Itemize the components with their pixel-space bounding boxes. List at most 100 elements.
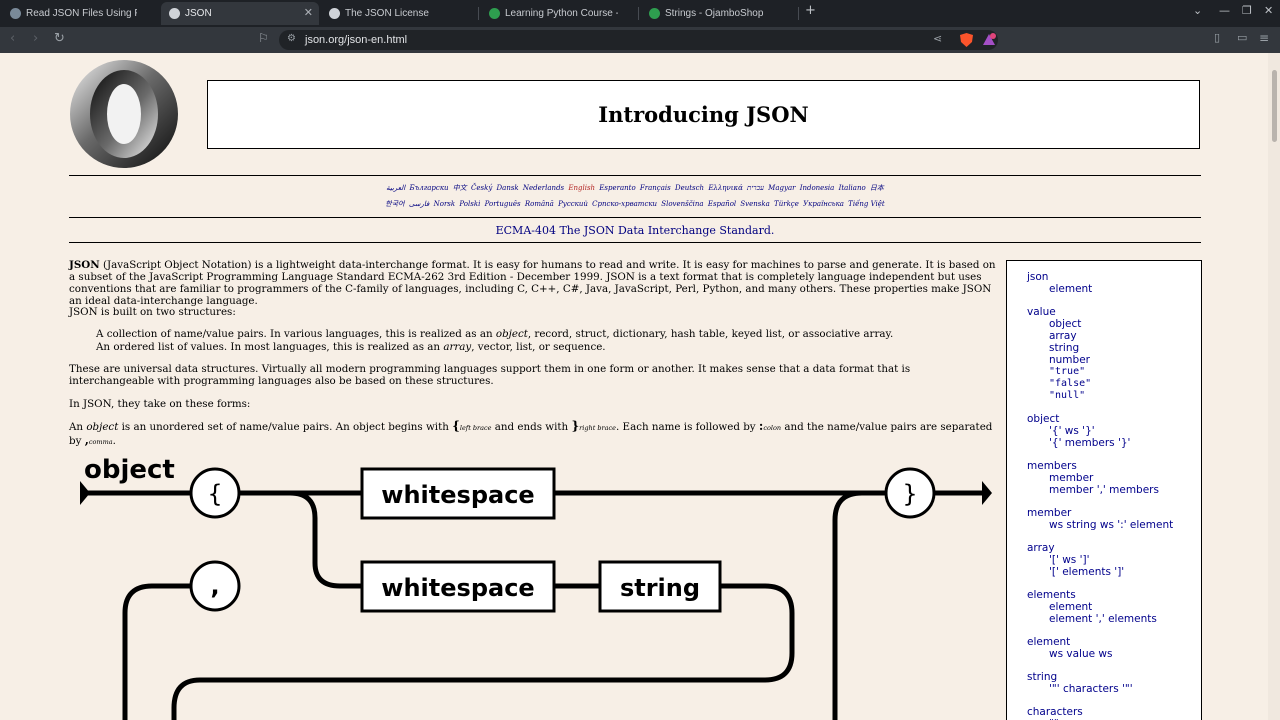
intro-paragraph: JSON (JavaScript Object Notation) is a l… bbox=[69, 259, 997, 307]
structure-2-text-end: , vector, list, or sequence. bbox=[471, 341, 606, 353]
grammar-production: '[' elements ']' bbox=[1049, 566, 1125, 578]
json-favicon-icon bbox=[169, 8, 180, 19]
tab-json-license[interactable]: The JSON License bbox=[321, 2, 476, 25]
language-link[interactable]: 한국어 bbox=[385, 200, 404, 208]
language-link[interactable]: Indonesia bbox=[800, 184, 835, 192]
language-link[interactable]: Polski bbox=[459, 200, 480, 208]
language-link[interactable]: Český bbox=[471, 184, 492, 192]
built-on-paragraph: JSON is built on two structures: bbox=[69, 306, 236, 318]
grammar-production: '"' characters '"' bbox=[1049, 683, 1133, 695]
tab-separator bbox=[638, 7, 639, 20]
object-definition: An object is an unordered set of name/va… bbox=[69, 420, 997, 448]
brave-shield-icon[interactable] bbox=[960, 33, 973, 47]
grammar-production: '[' ws ']' bbox=[1049, 554, 1090, 566]
string-box-label: string bbox=[620, 574, 700, 602]
rbrace-text: } bbox=[902, 480, 917, 508]
object-def-text: . bbox=[112, 435, 116, 447]
sidebar-toggle-icon[interactable]: ▯ bbox=[1214, 31, 1220, 44]
site-settings-icon[interactable]: ⚙ bbox=[287, 33, 296, 44]
language-link[interactable]: Українська bbox=[803, 200, 844, 208]
tab-json[interactable]: JSON ✕ bbox=[161, 2, 319, 25]
tab-read-json[interactable]: Read JSON Files Using Python - bbox=[2, 2, 155, 25]
language-link[interactable]: Română bbox=[525, 200, 554, 208]
grammar-rule: array bbox=[1027, 542, 1055, 554]
language-link[interactable]: فارسی bbox=[409, 200, 430, 208]
json-logo bbox=[70, 60, 178, 168]
tab-learning-python[interactable]: Learning Python Course - Ojam bbox=[481, 2, 636, 25]
object-def-text: . Each name is followed by bbox=[616, 421, 759, 433]
rbrace-node: } bbox=[884, 467, 936, 519]
ojambo-favicon-icon bbox=[489, 8, 500, 19]
lbrace-symbol: { bbox=[452, 419, 460, 433]
brave-rewards-icon[interactable] bbox=[982, 33, 996, 47]
scrollbar[interactable] bbox=[1268, 53, 1280, 720]
comma-node: , bbox=[189, 560, 241, 612]
close-tab-icon[interactable]: ✕ bbox=[304, 2, 313, 25]
whitespace-box-1: whitespace bbox=[360, 467, 556, 520]
language-link[interactable]: Nederlands bbox=[523, 184, 564, 192]
string-box: string bbox=[598, 560, 722, 613]
language-link[interactable]: 日本 bbox=[870, 184, 884, 192]
share-icon[interactable]: ⋖ bbox=[933, 32, 942, 45]
language-link[interactable]: עברית bbox=[747, 184, 764, 192]
object-def-text: An bbox=[69, 421, 87, 433]
wallet-icon[interactable]: ▭ bbox=[1237, 31, 1247, 44]
language-link[interactable]: Slovenščina bbox=[661, 200, 703, 208]
grammar-production: member bbox=[1049, 472, 1094, 484]
restore-icon[interactable]: ❐ bbox=[1242, 4, 1252, 17]
structure-2-text: An ordered list of values. In most langu… bbox=[96, 341, 444, 353]
close-window-icon[interactable]: ✕ bbox=[1264, 4, 1273, 17]
tab-strings[interactable]: Strings - OjamboShop bbox=[641, 2, 796, 25]
colon-label: colon bbox=[763, 424, 782, 432]
language-link[interactable]: English bbox=[568, 184, 595, 192]
language-link[interactable]: Esperanto bbox=[599, 184, 635, 192]
grammar-rule: member bbox=[1027, 507, 1072, 519]
language-link[interactable]: العربية bbox=[386, 184, 405, 192]
language-link[interactable]: Türkçe bbox=[774, 200, 799, 208]
language-link[interactable]: Dansk bbox=[497, 184, 519, 192]
back-icon[interactable]: ‹ bbox=[10, 31, 15, 46]
divider bbox=[69, 217, 1201, 218]
grammar-production: element bbox=[1049, 601, 1093, 613]
rbrace-symbol: } bbox=[571, 419, 580, 433]
language-link[interactable]: 中文 bbox=[453, 184, 467, 192]
scrollbar-thumb[interactable] bbox=[1272, 70, 1277, 142]
language-link[interactable]: Español bbox=[708, 200, 736, 208]
lbrace-text: { bbox=[207, 480, 222, 508]
bookmark-icon[interactable]: ⚐ bbox=[258, 31, 269, 45]
forms-paragraph: In JSON, they take on these forms: bbox=[69, 398, 251, 410]
grammar-rule: element bbox=[1027, 636, 1071, 648]
json-favicon-icon bbox=[329, 8, 340, 19]
language-link[interactable]: Ελληνικά bbox=[708, 184, 743, 192]
menu-icon[interactable]: ≡ bbox=[1259, 31, 1269, 45]
language-link[interactable]: Русский bbox=[558, 200, 588, 208]
address-text[interactable]: json.org/json-en.html bbox=[305, 30, 407, 50]
grammar-production: object bbox=[1049, 318, 1082, 330]
grammar-rule: value bbox=[1027, 306, 1056, 318]
tab-title: Read JSON Files Using Python - bbox=[26, 8, 137, 19]
minimize-icon[interactable]: — bbox=[1219, 4, 1230, 17]
forward-icon[interactable]: › bbox=[33, 31, 38, 46]
grammar-rule: object bbox=[1027, 413, 1060, 425]
grammar-production: element ',' elements bbox=[1049, 613, 1157, 625]
language-link[interactable]: Português bbox=[485, 200, 521, 208]
language-link[interactable]: Tiếng Việt bbox=[848, 200, 885, 208]
language-link[interactable]: Italiano bbox=[839, 184, 866, 192]
language-link[interactable]: Français bbox=[640, 184, 671, 192]
language-link[interactable]: Български bbox=[409, 184, 448, 192]
language-link[interactable]: Magyar bbox=[768, 184, 795, 192]
universal-paragraph: These are universal data structures. Vir… bbox=[69, 363, 911, 387]
language-link[interactable]: Српско-хрватски bbox=[592, 200, 657, 208]
language-link[interactable]: Svenska bbox=[740, 200, 769, 208]
rbrace-label: right brace bbox=[579, 424, 617, 432]
ecma-404-link[interactable]: ECMA-404 The JSON Data Interchange Stand… bbox=[69, 224, 1201, 237]
tab-list-chevron-icon[interactable]: ⌄ bbox=[1193, 4, 1202, 17]
reload-icon[interactable]: ↻ bbox=[54, 31, 65, 46]
address-bar[interactable]: ⚙ json.org/json-en.html ⋖ bbox=[279, 30, 998, 50]
divider bbox=[69, 242, 1201, 243]
language-link[interactable]: Deutsch bbox=[675, 184, 704, 192]
grammar-production: number bbox=[1049, 354, 1090, 366]
grammar-rule: members bbox=[1027, 460, 1077, 472]
language-link[interactable]: Norsk bbox=[434, 200, 456, 208]
new-tab-icon[interactable]: + bbox=[805, 3, 816, 18]
